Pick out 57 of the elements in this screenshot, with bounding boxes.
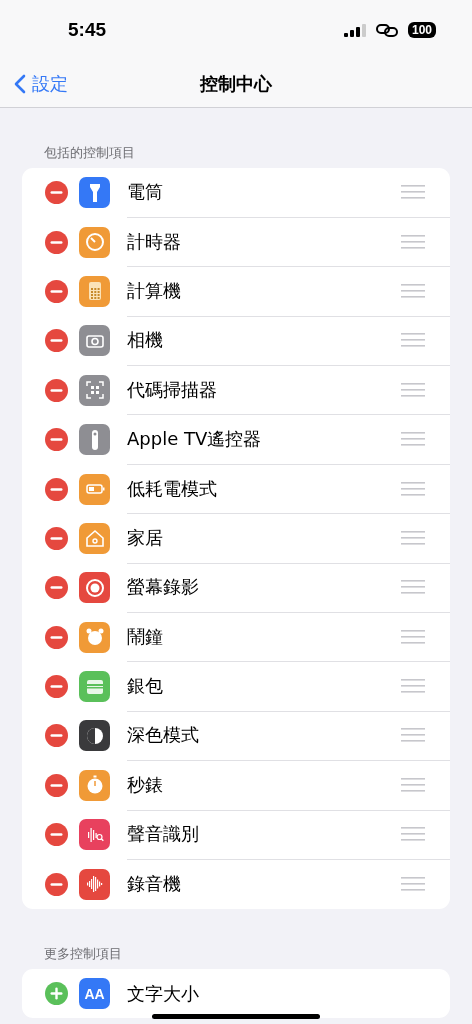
reorder-handle-icon[interactable]	[401, 679, 425, 694]
control-label: 文字大小	[127, 981, 200, 1006]
remove-button[interactable]	[45, 230, 68, 254]
reorder-handle-icon[interactable]	[401, 629, 425, 644]
battery-indicator: 100	[407, 22, 436, 38]
control-label: 鬧鐘	[127, 624, 164, 649]
control-label: 家居	[127, 525, 164, 550]
remove-button[interactable]	[45, 576, 68, 600]
reorder-handle-icon[interactable]	[401, 333, 425, 348]
control-label: 計算機	[127, 278, 182, 303]
reorder-handle-icon[interactable]	[401, 728, 425, 743]
reorder-handle-icon[interactable]	[401, 185, 425, 200]
reorder-handle-icon[interactable]	[401, 382, 425, 397]
reorder-handle-icon[interactable]	[401, 877, 425, 892]
control-label: 深色模式	[127, 723, 200, 748]
remove-button[interactable]	[45, 823, 68, 847]
text-icon: AA	[79, 978, 110, 1010]
control-label: 螢幕錄影	[127, 575, 200, 600]
status-time: 5:45	[68, 19, 108, 41]
remove-button[interactable]	[45, 378, 68, 402]
page-title: 控制中心	[200, 71, 272, 96]
remove-button[interactable]	[45, 279, 68, 303]
reorder-handle-icon[interactable]	[401, 827, 425, 842]
reorder-handle-icon[interactable]	[401, 777, 425, 792]
control-label: 相機	[127, 328, 164, 353]
back-chevron-icon	[14, 73, 26, 94]
reorder-handle-icon[interactable]	[401, 234, 425, 249]
remove-button[interactable]	[45, 526, 68, 550]
add-button[interactable]	[45, 982, 68, 1006]
section-header: 包括的控制項目	[43, 144, 136, 162]
remove-button[interactable]	[45, 773, 68, 797]
remove-button[interactable]	[45, 428, 68, 452]
control-label: 秒錶	[127, 772, 164, 797]
remove-button[interactable]	[45, 724, 68, 748]
control-label: 計時器	[127, 229, 182, 254]
remove-button[interactable]	[45, 675, 68, 699]
control-label: 錄音機	[127, 872, 182, 897]
signal-icon	[343, 23, 366, 37]
reorder-handle-icon[interactable]	[401, 481, 425, 496]
reorder-handle-icon[interactable]	[401, 530, 425, 545]
link-icon	[375, 23, 398, 37]
control-label: 聲音識別	[127, 822, 200, 847]
remove-button[interactable]	[45, 872, 68, 896]
control-label: Apple TV遙控器	[127, 427, 263, 452]
control-label: 電筒	[127, 180, 164, 205]
control-label: 銀包	[127, 674, 164, 699]
control-label: 低耗電模式	[127, 476, 218, 501]
reorder-handle-icon[interactable]	[401, 283, 425, 298]
reorder-handle-icon[interactable]	[401, 432, 425, 447]
remove-button[interactable]	[45, 625, 68, 649]
reorder-handle-icon[interactable]	[401, 580, 425, 595]
control-label: 代碼掃描器	[127, 377, 218, 402]
back-button[interactable]: 設定	[0, 70, 74, 97]
remove-button[interactable]	[45, 181, 68, 205]
remove-button[interactable]	[45, 477, 68, 501]
section-header: 更多控制項目	[43, 944, 123, 963]
remove-button[interactable]	[45, 329, 68, 353]
